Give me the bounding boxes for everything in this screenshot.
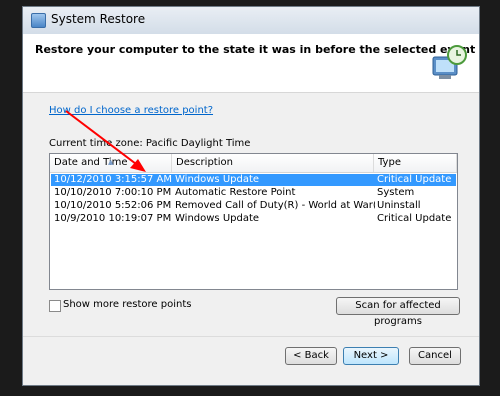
cancel-button[interactable]: Cancel (409, 347, 461, 365)
header-panel: Restore your computer to the state it wa… (23, 34, 479, 93)
help-link[interactable]: How do I choose a restore point? (49, 105, 213, 116)
system-restore-window: System Restore Restore your computer to … (22, 6, 480, 386)
show-more-label[interactable]: Show more restore points (63, 299, 191, 310)
cell-type: Uninstall (377, 200, 421, 211)
table-row[interactable]: 10/10/2010 5:52:06 PM Removed Call of Du… (51, 200, 456, 212)
back-button[interactable]: < Back (285, 347, 337, 365)
sort-ascending-icon: ▲ (108, 158, 114, 166)
cell-date: 10/9/2010 10:19:07 PM (54, 213, 172, 224)
restore-computer-clock-icon (432, 45, 467, 79)
column-header-type[interactable]: Type (374, 154, 457, 172)
cell-type: System (377, 187, 415, 198)
cell-description: Windows Update (175, 213, 260, 224)
window-title: System Restore (51, 12, 146, 26)
cell-description: Windows Update (175, 174, 260, 185)
table-row[interactable]: 10/12/2010 3:15:57 AM Windows Update Cri… (51, 174, 456, 186)
footer-divider (23, 336, 479, 337)
show-more-checkbox[interactable] (49, 300, 61, 312)
cell-description: Automatic Restore Point (175, 187, 296, 198)
timezone-label: Current time zone: Pacific Daylight Time (49, 138, 251, 149)
system-restore-icon (31, 13, 46, 28)
cell-date: 10/10/2010 5:52:06 PM (54, 200, 172, 211)
header-text: Restore your computer to the state it wa… (35, 43, 476, 56)
column-header-date-label: Date and Time (54, 157, 128, 168)
cell-type: Critical Update (377, 213, 452, 224)
title-bar: System Restore (23, 7, 479, 34)
table-row[interactable]: 10/9/2010 10:19:07 PM Windows Update Cri… (51, 213, 456, 225)
restore-points-table: Date and Time ▲ Description Type 10/12/2… (49, 153, 458, 290)
cell-date: 10/12/2010 3:15:57 AM (54, 174, 172, 185)
cell-type: Critical Update (377, 174, 452, 185)
scan-affected-programs-button[interactable]: Scan for affected programs (336, 297, 460, 327)
table-row[interactable]: 10/10/2010 7:00:10 PM Automatic Restore … (51, 187, 456, 199)
cell-date: 10/10/2010 7:00:10 PM (54, 187, 172, 198)
table-header: Date and Time ▲ Description Type (50, 154, 457, 173)
next-button[interactable]: Next > (343, 347, 399, 365)
column-header-date[interactable]: Date and Time ▲ (50, 154, 172, 172)
cell-description: Removed Call of Duty(R) - World at War(T… (175, 200, 375, 211)
column-header-description[interactable]: Description (172, 154, 374, 172)
